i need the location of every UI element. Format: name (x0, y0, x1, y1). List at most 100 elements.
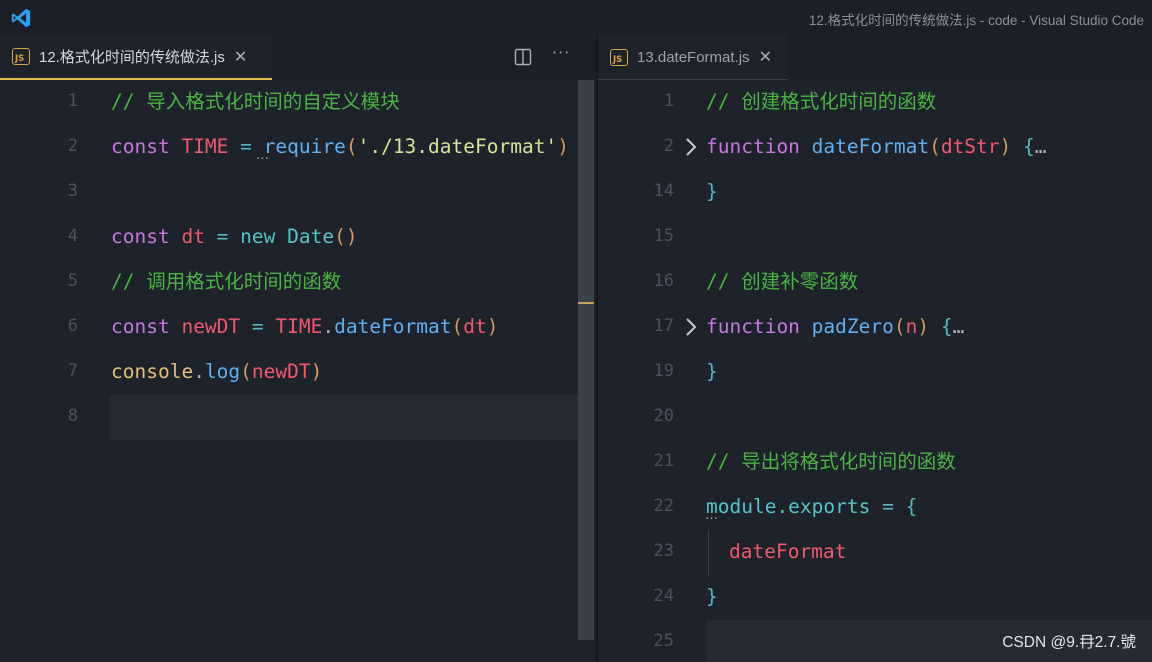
folded-ellipsis[interactable]: … (953, 315, 965, 338)
code-line: 16 // 创建补零函数 (598, 260, 1152, 305)
close-icon[interactable]: ✕ (234, 48, 247, 65)
code-token: newDT (251, 360, 311, 383)
code-line: 3 (0, 170, 596, 215)
code-token: ) (557, 135, 569, 158)
line-code: } (706, 360, 718, 384)
code-token: ( (345, 135, 358, 158)
code-line: 24 } (598, 575, 1152, 620)
line-number: 2 (67, 136, 78, 156)
line-number: 22 (653, 496, 674, 516)
code-token: ) (917, 315, 930, 338)
code-token: const (111, 135, 170, 158)
code-token: ) (310, 360, 323, 383)
code-line: 15 (598, 215, 1152, 260)
more-actions-icon[interactable]: ··· (552, 43, 570, 62)
code-line: 6 const newDT = TIME.dateFormat(dt) (0, 305, 596, 350)
line-number: 25 (653, 631, 674, 651)
line-number: 24 (653, 586, 674, 606)
right-tab-bar: JS 13.dateFormat.js ✕ (598, 35, 1152, 80)
watermark: CSDN @9.冄2.7.號 (1002, 634, 1136, 651)
code-line: 5 // 调用格式化时间的函数 (0, 260, 596, 305)
code-token: ( (929, 135, 941, 158)
line-number: 20 (653, 406, 674, 426)
code-token: ) (999, 135, 1012, 158)
line-number: 14 (653, 181, 674, 201)
line-code: const dt = new Date() (111, 225, 358, 249)
tab-label: 13.dateFormat.js (637, 48, 750, 66)
line-code: // 导入格式化时间的自定义模块 (111, 90, 400, 114)
js-file-icon: JS (610, 48, 628, 66)
line-code: // 调用格式化时间的函数 (111, 270, 341, 294)
left-editor[interactable]: 1 // 导入格式化时间的自定义模块 2 const TIME = requir… (0, 80, 596, 662)
code-token: require (263, 135, 346, 158)
code-line: 19 } (598, 350, 1152, 395)
line-code: } (706, 585, 718, 609)
code-token: n (905, 315, 918, 338)
line-code: } (706, 180, 718, 204)
line-number: 2 (663, 136, 674, 156)
line-number: 5 (67, 271, 78, 291)
line-code: const TIME = require('./13.dateFormat') (111, 135, 569, 159)
code-token: dateFormat (729, 540, 847, 563)
code-token: log (204, 360, 241, 383)
line-code: dateFormat (729, 540, 846, 564)
code-token: module.exports (706, 495, 871, 518)
title-bar: 12.格式化时间的传统做法.js - code - Visual Studio … (0, 0, 1152, 35)
code-comment: // 调用格式化时间的函数 (111, 270, 342, 293)
line-number: 15 (653, 226, 674, 246)
code-token: './13.dateFormat' (357, 135, 558, 158)
code-line: 14 } (598, 170, 1152, 215)
code-line: 1 // 创建格式化时间的函数 (598, 80, 1152, 125)
code-token: const (111, 225, 170, 248)
line-number: 19 (653, 361, 674, 381)
window-title: 12.格式化时间的传统做法.js - code - Visual Studio … (808, 13, 1144, 28)
vscode-logo-icon (11, 8, 31, 28)
code-line: 17 function padZero(n) {… (598, 305, 1152, 350)
left-tab-bar: JS 12.格式化时间的传统做法.js ✕ ··· (0, 35, 596, 80)
code-token: ) (486, 315, 499, 338)
scrollbar[interactable] (578, 80, 594, 640)
code-line: 4 const dt = new Date() (0, 215, 596, 260)
code-token: = (240, 315, 276, 338)
ellipsis-hint: … (705, 508, 718, 523)
code-token: padZero (811, 315, 894, 338)
code-token: { (940, 315, 953, 338)
line-number: 6 (67, 316, 78, 336)
line-code: function padZero(n) {… (706, 315, 964, 339)
right-editor[interactable]: 1 // 创建格式化时间的函数 2 function dateFormat(dt… (598, 80, 1152, 662)
code-line: 22 module.exports = { … (598, 485, 1152, 530)
line-number: 23 (653, 541, 674, 561)
code-line: 7 console.log(newDT) (0, 350, 596, 395)
line-number: 16 (653, 271, 674, 291)
split-editor-icon[interactable] (514, 48, 532, 66)
scroll-marker (578, 302, 594, 304)
code-token: dateFormat (334, 315, 452, 338)
tab-label: 12.格式化时间的传统做法.js (39, 49, 225, 66)
code-comment: // 创建格式化时间的函数 (706, 90, 937, 113)
close-icon[interactable]: ✕ (759, 49, 772, 65)
code-line: 2 const TIME = require('./13.dateFormat'… (0, 125, 596, 170)
code-token: () (334, 225, 358, 248)
code-token: { (905, 495, 918, 518)
fold-chevron-icon[interactable] (684, 136, 698, 158)
line-number: 1 (663, 91, 674, 111)
tab-12-datetime-js[interactable]: JS 12.格式化时间的传统做法.js ✕ (0, 35, 272, 80)
code-token: Date (287, 225, 335, 248)
line-code: // 导出将格式化时间的函数 (706, 450, 956, 474)
line-number: 3 (67, 181, 78, 201)
code-line: 23 dateFormat (598, 530, 1152, 575)
code-token: dt (463, 315, 487, 338)
tab-13-dateformat-js[interactable]: JS 13.dateFormat.js ✕ (598, 35, 788, 80)
indent-guide (708, 530, 709, 575)
line-number: 4 (67, 226, 78, 246)
code-token: TIME (181, 135, 229, 158)
code-line: 1 // 导入格式化时间的自定义模块 (0, 80, 596, 125)
code-comment: // 创建补零函数 (706, 270, 859, 293)
code-line: 20 (598, 395, 1152, 440)
fold-chevron-icon[interactable] (684, 316, 698, 338)
line-number: 8 (67, 406, 78, 426)
ellipsis-hint: … (256, 148, 269, 163)
line-number: 21 (653, 451, 674, 471)
folded-ellipsis[interactable]: … (1035, 135, 1047, 158)
code-token: dt (181, 225, 205, 248)
